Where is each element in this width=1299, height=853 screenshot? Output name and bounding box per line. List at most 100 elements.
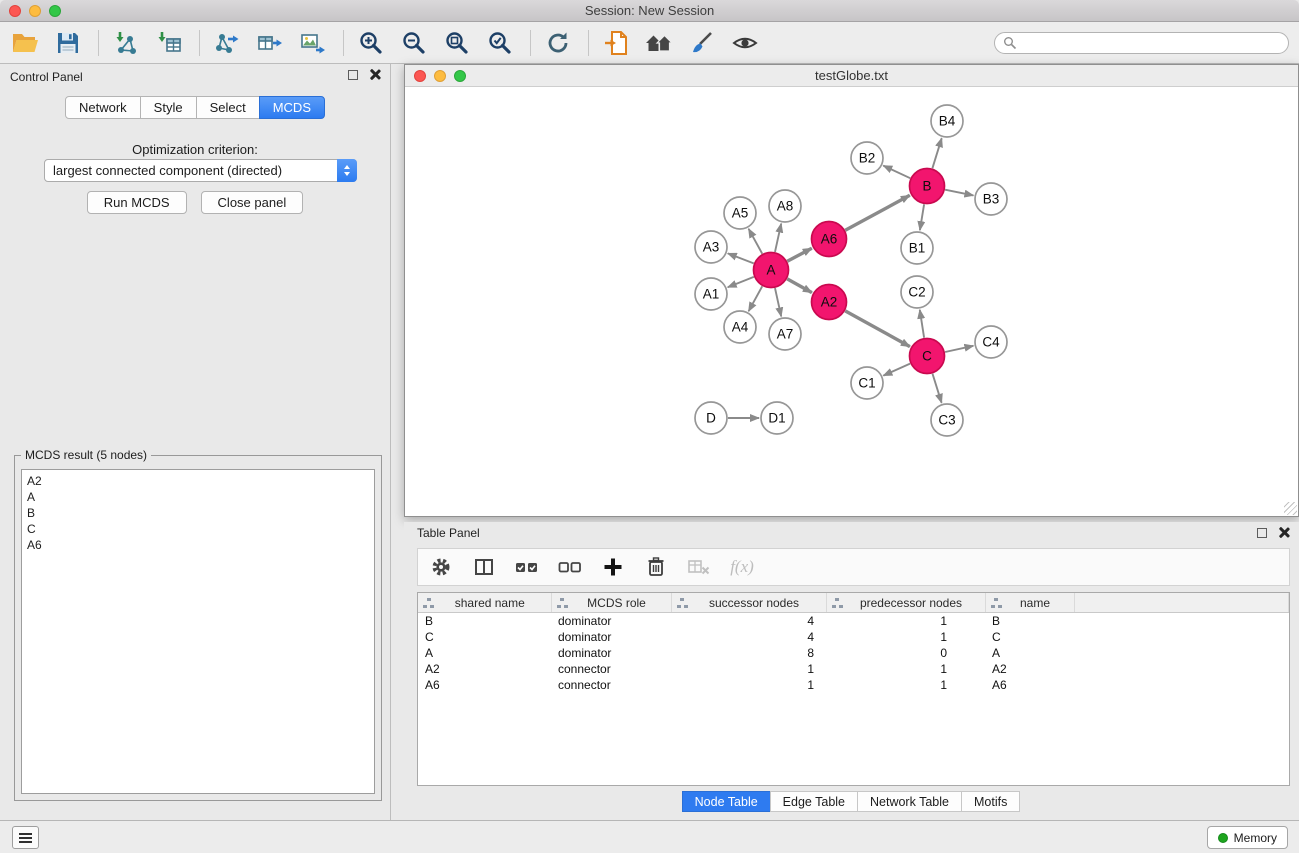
result-item[interactable]: A2 [27,473,369,489]
graph-node-D1[interactable]: D1 [761,402,793,434]
graph-node-B2[interactable]: B2 [851,142,883,174]
column-header-mcds-role[interactable]: MCDS role [551,593,671,613]
open-session-button[interactable] [10,27,40,59]
graph-edge-A-A5[interactable] [749,229,763,254]
function-builder-button[interactable]: f(x) [729,554,755,580]
float-panel-icon[interactable] [348,70,358,80]
tab-select[interactable]: Select [196,96,260,119]
graph-node-A[interactable]: A [754,253,789,288]
select-all-button[interactable] [514,554,540,580]
deselect-all-button[interactable] [557,554,583,580]
result-item[interactable]: A [27,489,369,505]
table-settings-button[interactable] [428,554,454,580]
export-table-button[interactable] [255,27,285,59]
graph-node-B[interactable]: B [910,169,945,204]
criterion-dropdown[interactable]: largest connected component (directed) [44,159,357,182]
minimize-window-button[interactable] [29,5,41,17]
tab-network[interactable]: Network [65,96,141,119]
graph-node-A7[interactable]: A7 [769,318,801,350]
graph-edge-B-B4[interactable] [932,138,941,168]
network-minimize-button[interactable] [434,70,446,82]
open-document-button[interactable] [601,27,631,59]
resize-grip[interactable] [1284,502,1297,515]
graph-edge-B-B1[interactable] [920,204,924,230]
graph-node-A5[interactable]: A5 [724,197,756,229]
graph-node-C4[interactable]: C4 [975,326,1007,358]
show-panels-button[interactable] [12,826,39,849]
result-item[interactable]: A6 [27,537,369,553]
column-header-successor-nodes[interactable]: successor nodes [671,593,826,613]
graph-node-A2[interactable]: A2 [812,285,847,320]
result-item[interactable]: C [27,521,369,537]
add-column-button[interactable] [600,554,626,580]
column-header-predecessor-nodes[interactable]: predecessor nodes [826,593,985,613]
home-button[interactable] [644,27,674,59]
refresh-button[interactable] [543,27,573,59]
export-network-button[interactable] [212,27,242,59]
column-header-name[interactable]: name [985,593,1074,613]
graph-node-C[interactable]: C [910,339,945,374]
tab-motifs[interactable]: Motifs [961,791,1020,812]
table-row[interactable]: Bdominator41B [418,613,1289,629]
graph-edge-B-B2[interactable] [883,166,910,179]
graph-edge-A-A4[interactable] [749,286,763,311]
graph-node-A4[interactable]: A4 [724,311,756,343]
graph-edge-C-C4[interactable] [945,346,973,352]
float-table-panel-icon[interactable] [1257,528,1267,538]
graph-node-B1[interactable]: B1 [901,232,933,264]
show-hide-button[interactable] [730,27,760,59]
show-columns-button[interactable] [471,554,497,580]
graph-edge-C-C3[interactable] [933,374,942,403]
graph-node-C2[interactable]: C2 [901,276,933,308]
graph-edge-A-A8[interactable] [775,224,781,252]
run-mcds-button[interactable]: Run MCDS [87,191,187,214]
tab-mcds[interactable]: MCDS [259,96,325,119]
fit-content-button[interactable] [442,27,472,59]
clear-table-button[interactable] [686,554,712,580]
column-header-shared-name[interactable]: shared name [418,593,551,613]
graph-edge-C-C2[interactable] [920,310,924,338]
graph-edge-A-A1[interactable] [728,277,754,287]
graph-node-C1[interactable]: C1 [851,367,883,399]
graph-edge-A6-B[interactable] [845,195,910,230]
table-row[interactable]: Cdominator41C [418,629,1289,645]
graph-edge-A-A3[interactable] [728,253,754,263]
graph-edge-A-A2[interactable] [787,279,812,293]
graph-edge-C-C1[interactable] [883,364,910,376]
table-row[interactable]: A2connector11A2 [418,661,1289,677]
graph-edge-A-A7[interactable] [775,288,781,316]
result-item[interactable]: B [27,505,369,521]
export-image-button[interactable] [298,27,328,59]
network-graph[interactable]: B4B2BB3A5A8A6B1A3AC2A1A2A4A7C4CC1DD1C3 [405,87,1298,516]
save-session-button[interactable] [53,27,83,59]
search-box[interactable] [994,32,1289,54]
graph-node-A1[interactable]: A1 [695,278,727,310]
network-close-button[interactable] [414,70,426,82]
graph-edge-B-B3[interactable] [945,190,973,196]
tab-network-table[interactable]: Network Table [857,791,962,812]
graph-node-A3[interactable]: A3 [695,231,727,263]
delete-column-button[interactable] [643,554,669,580]
graph-node-B3[interactable]: B3 [975,183,1007,215]
zoom-window-button[interactable] [49,5,61,17]
mcds-result-list[interactable]: A2 A B C A6 [21,469,375,794]
graph-edge-A-A6[interactable] [787,248,812,261]
table-row[interactable]: Adominator80A [418,645,1289,661]
graph-node-D[interactable]: D [695,402,727,434]
close-panel-button[interactable]: Close panel [201,191,304,214]
zoom-in-button[interactable] [356,27,386,59]
tab-edge-table[interactable]: Edge Table [770,791,858,812]
import-network-button[interactable] [111,27,141,59]
graph-node-C3[interactable]: C3 [931,404,963,436]
zoom-selected-button[interactable] [485,27,515,59]
graph-node-A6[interactable]: A6 [812,222,847,257]
style-brush-button[interactable] [687,27,717,59]
memory-button[interactable]: Memory [1207,826,1288,849]
tab-node-table[interactable]: Node Table [682,791,771,812]
table-row[interactable]: A6connector11A6 [418,677,1289,693]
close-table-panel-icon[interactable] [1278,527,1289,538]
network-zoom-button[interactable] [454,70,466,82]
search-input[interactable] [1022,36,1280,50]
tab-style[interactable]: Style [140,96,197,119]
graph-node-B4[interactable]: B4 [931,105,963,137]
